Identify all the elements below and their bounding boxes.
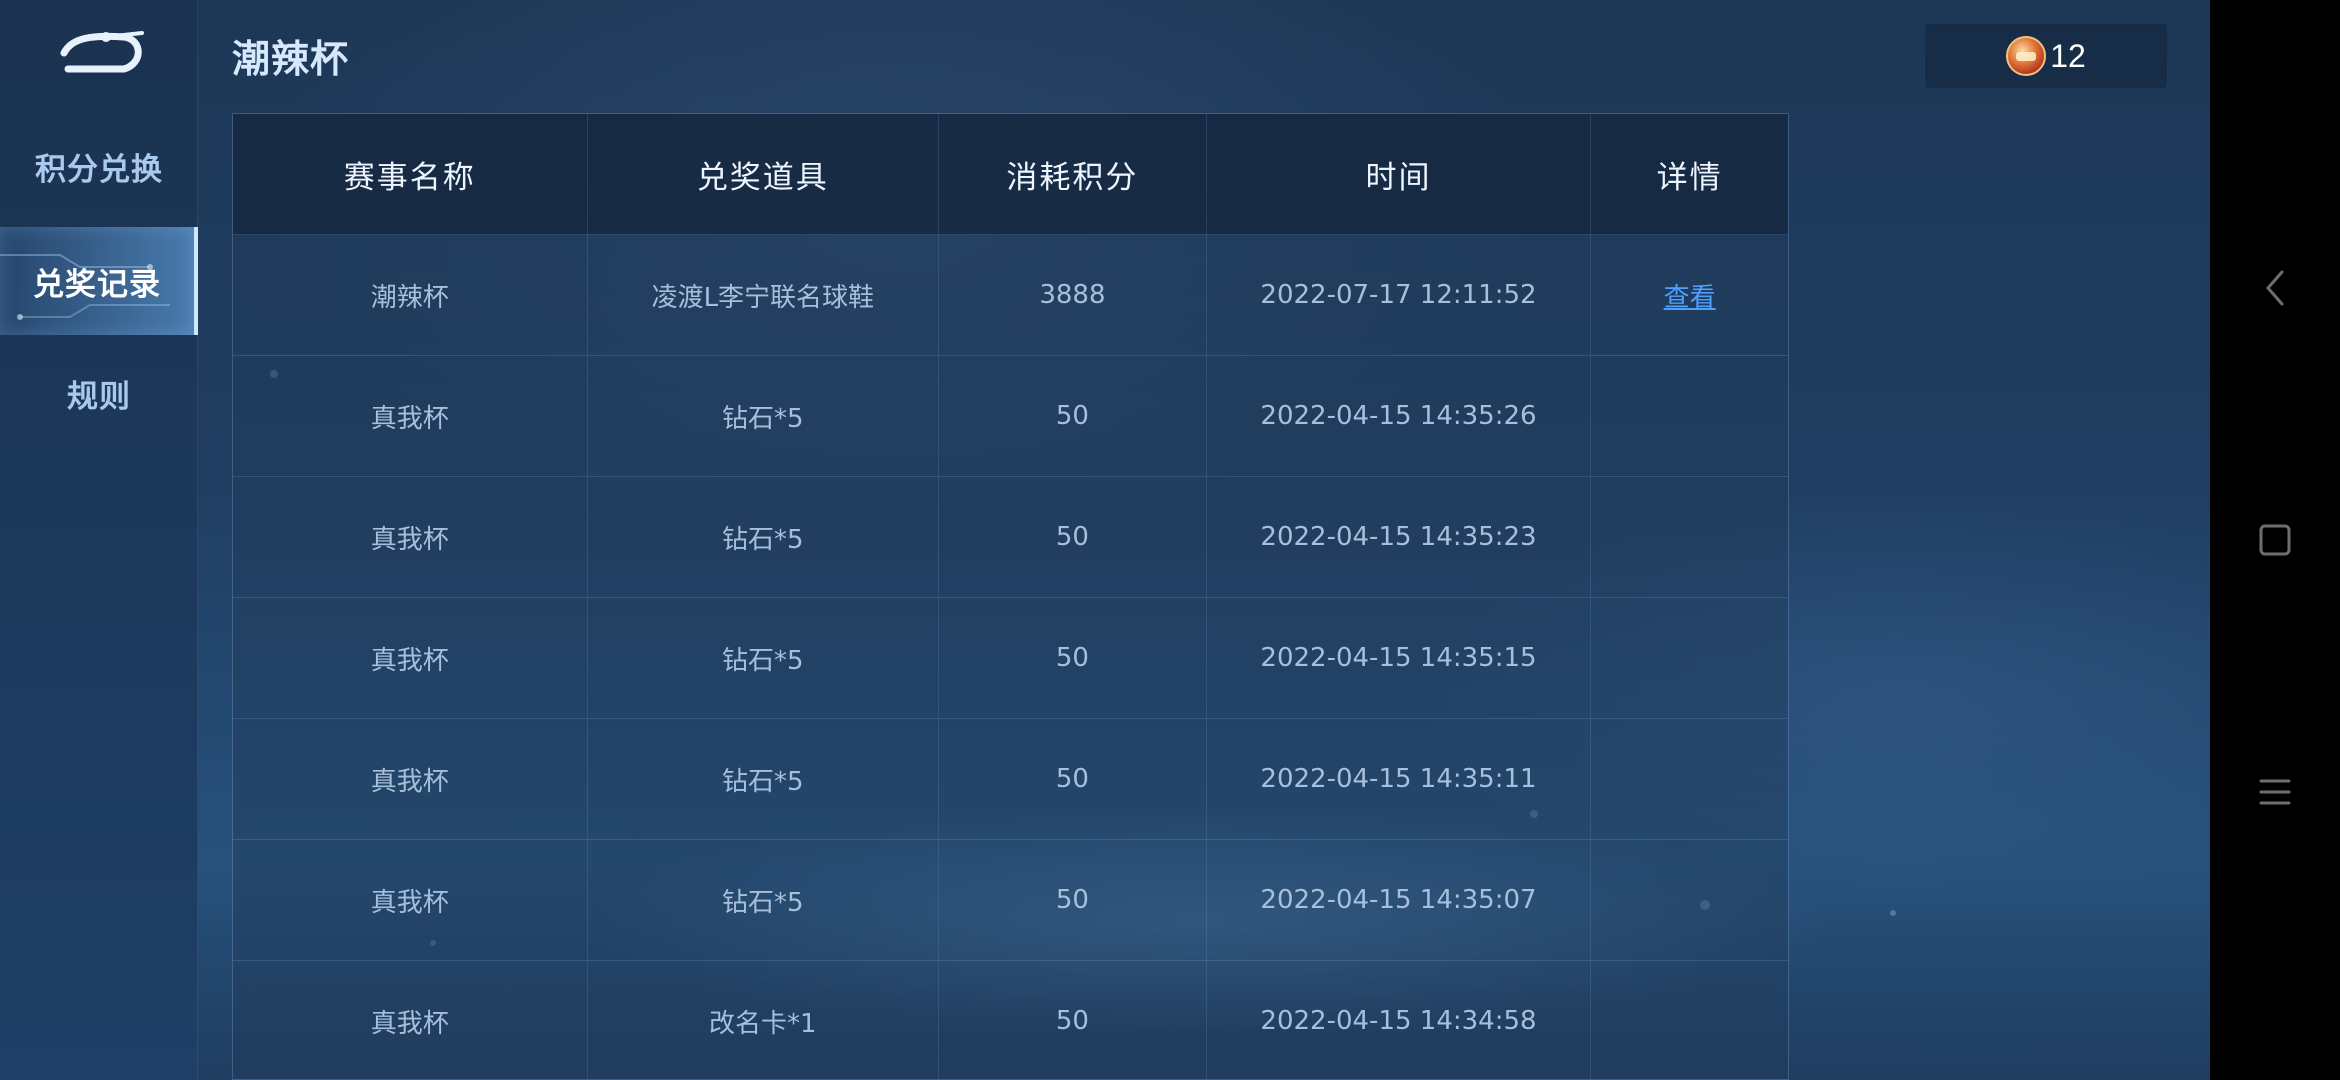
cell-item: 钻石*5 xyxy=(588,598,940,718)
sidebar-item-points-exchange[interactable]: 积分兑换 xyxy=(0,112,198,220)
chevron-left-icon xyxy=(2266,270,2284,306)
cell-time: 2022-04-15 14:35:26 xyxy=(1207,356,1592,476)
table-row: 真我杯 改名卡*1 50 2022-04-15 14:34:58 xyxy=(233,961,1788,1079)
sidebar-item-label: 积分兑换 xyxy=(35,151,163,188)
cell-event: 真我杯 xyxy=(233,719,588,839)
cell-event: 真我杯 xyxy=(233,840,588,960)
column-header-time: 时间 xyxy=(1207,114,1592,234)
table-row: 真我杯 钻石*5 50 2022-04-15 14:35:26 xyxy=(233,356,1788,477)
cell-points: 50 xyxy=(939,477,1207,597)
cell-detail xyxy=(1591,961,1788,1079)
column-header-detail: 详情 xyxy=(1656,159,1723,196)
sidebar: 积分兑换 兑奖记录 规则 xyxy=(0,0,198,1080)
system-home-button[interactable] xyxy=(2210,500,2340,580)
sidebar-item-redeem-records[interactable]: 兑奖记录 xyxy=(0,227,198,335)
cell-item: 钻石*5 xyxy=(588,840,940,960)
table-row: 潮辣杯 凌渡L李宁联名球鞋 3888 2022-07-17 12:11:52 查… xyxy=(233,235,1788,356)
cell-time: 2022-04-15 14:35:15 xyxy=(1207,598,1592,718)
cell-points: 50 xyxy=(939,356,1207,476)
table-header-row: 赛事名称 兑奖道具 消耗积分 时间 详情 xyxy=(233,114,1788,235)
cell-event: 潮辣杯 xyxy=(233,235,588,355)
cell-points: 3888 xyxy=(939,235,1207,355)
square-icon xyxy=(2259,524,2291,556)
cell-item: 改名卡*1 xyxy=(588,961,940,1079)
cell-event: 真我杯 xyxy=(233,598,588,718)
page-title: 潮辣杯 xyxy=(232,37,350,81)
table-row: 真我杯 钻石*5 50 2022-04-15 14:35:23 xyxy=(233,477,1788,598)
cell-time: 2022-04-15 14:35:07 xyxy=(1207,840,1592,960)
table-row: 真我杯 钻石*5 50 2022-04-15 14:35:07 xyxy=(233,840,1788,961)
cell-detail xyxy=(1591,598,1788,718)
sidebar-item-label: 规则 xyxy=(67,378,131,415)
table-row: 真我杯 钻石*5 50 2022-04-15 14:35:11 xyxy=(233,719,1788,840)
screen: 积分兑换 兑奖记录 规则 潮辣杯 12 赛事名称 兑奖道具 消耗积分 时间 详情 xyxy=(0,0,2340,1080)
particle xyxy=(1890,910,1896,916)
cell-item: 凌渡L李宁联名球鞋 xyxy=(588,235,940,355)
cell-item: 钻石*5 xyxy=(588,356,940,476)
cell-points: 50 xyxy=(939,598,1207,718)
cell-event: 真我杯 xyxy=(233,961,588,1079)
cell-item: 钻石*5 xyxy=(588,477,940,597)
cell-item: 钻石*5 xyxy=(588,719,940,839)
column-header-item: 兑奖道具 xyxy=(588,114,940,234)
system-menu-button[interactable] xyxy=(2210,752,2340,832)
cell-points: 50 xyxy=(939,719,1207,839)
cell-detail xyxy=(1591,477,1788,597)
cell-detail xyxy=(1591,719,1788,839)
cell-time: 2022-04-15 14:35:11 xyxy=(1207,719,1592,839)
view-detail-link[interactable]: 查看 xyxy=(1664,277,1716,314)
coin-count: 12 xyxy=(2050,37,2086,74)
cell-points: 50 xyxy=(939,961,1207,1079)
coin-icon xyxy=(2006,36,2047,76)
cell-event: 真我杯 xyxy=(233,356,588,476)
back-arrow-icon xyxy=(60,31,144,73)
cell-detail xyxy=(1591,356,1788,476)
coin-balance[interactable]: 12 xyxy=(1925,24,2167,88)
cell-event: 真我杯 xyxy=(233,477,588,597)
menu-lines-icon xyxy=(2259,779,2291,805)
sidebar-item-rules[interactable]: 规则 xyxy=(0,339,198,447)
redeem-records-table: 赛事名称 兑奖道具 消耗积分 时间 详情 潮辣杯 凌渡L李宁联名球鞋 3888 … xyxy=(232,113,1789,1080)
cell-time: 2022-07-17 12:11:52 xyxy=(1207,235,1592,355)
cell-time: 2022-04-15 14:35:23 xyxy=(1207,477,1592,597)
table-row: 真我杯 钻石*5 50 2022-04-15 14:35:15 xyxy=(233,598,1788,719)
sidebar-item-label: 兑奖记录 xyxy=(33,266,161,303)
system-back-button[interactable] xyxy=(2210,248,2340,328)
column-header-event: 赛事名称 xyxy=(233,114,588,234)
cell-detail xyxy=(1591,840,1788,960)
system-nav-bar xyxy=(2210,0,2340,1080)
cell-points: 50 xyxy=(939,840,1207,960)
cell-detail: 查看 xyxy=(1591,235,1788,355)
cell-time: 2022-04-15 14:34:58 xyxy=(1207,961,1592,1079)
column-header-points: 消耗积分 xyxy=(939,114,1207,234)
back-button[interactable] xyxy=(50,22,150,82)
